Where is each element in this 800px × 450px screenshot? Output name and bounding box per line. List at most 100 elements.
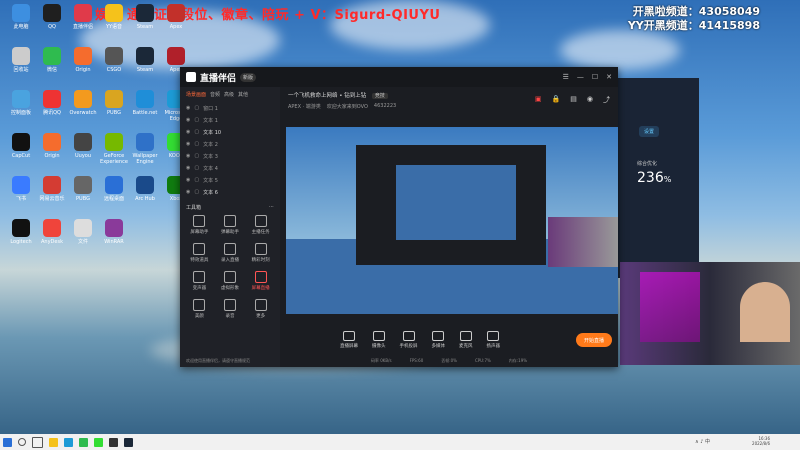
scene-row[interactable]: ◉ ▢ 文本 6: [180, 186, 280, 198]
desktop-icon[interactable]: 飞书: [6, 176, 36, 202]
eye-icon[interactable]: ◉: [186, 117, 190, 123]
tool-item[interactable]: 虚拟形象: [215, 271, 246, 291]
scene-row[interactable]: ◉ ▢ 文本 3: [180, 150, 280, 162]
desktop-icon[interactable]: Apex: [161, 4, 191, 30]
edge-icon[interactable]: [64, 437, 73, 447]
desktop-icon[interactable]: PUBG: [68, 176, 98, 202]
tool-item[interactable]: 变声器: [184, 271, 215, 291]
desktop-icon[interactable]: Logitech: [6, 219, 36, 245]
desktop-icon[interactable]: Origin: [68, 47, 98, 73]
start-stream-button[interactable]: 开始直播: [576, 333, 612, 347]
lock-icon[interactable]: ▢: [194, 177, 199, 183]
desktop-icon[interactable]: Uuyou: [68, 133, 98, 159]
eye-icon[interactable]: ◉: [186, 177, 190, 183]
left-tab[interactable]: 高级: [224, 91, 234, 98]
desktop-icon[interactable]: Origin: [37, 133, 67, 159]
tool-item[interactable]: 屏幕助手: [184, 215, 215, 235]
lock-icon[interactable]: ▢: [194, 165, 199, 171]
lock-icon[interactable]: ▢: [194, 105, 199, 111]
desktop-icon[interactable]: PUBG: [99, 90, 129, 116]
eye-icon[interactable]: ◉: [186, 105, 190, 111]
lock-icon[interactable]: 🔒: [552, 95, 561, 105]
desktop-icon[interactable]: AnyDesk: [37, 219, 67, 245]
tool-item[interactable]: 精彩时刻: [245, 243, 276, 263]
desktop-icon[interactable]: Steam: [130, 47, 160, 73]
source-tool[interactable]: 直播屏幕: [340, 331, 358, 349]
left-tab[interactable]: 场景画面: [186, 91, 206, 98]
desktop-icon[interactable]: Overwatch: [68, 90, 98, 116]
desktop-icon[interactable]: 腾讯QQ: [37, 90, 67, 116]
steam-task-icon[interactable]: [124, 437, 133, 447]
share-icon[interactable]: ⤴: [603, 95, 610, 105]
left-tab[interactable]: 音频: [210, 91, 220, 98]
lock-icon[interactable]: ▢: [194, 129, 199, 135]
taskview-icon[interactable]: [32, 436, 43, 448]
tool-item[interactable]: 特效道具: [184, 243, 215, 263]
start-icon[interactable]: [3, 437, 12, 447]
tool-item[interactable]: 录入直播: [215, 243, 246, 263]
source-tool[interactable]: 摄像头: [372, 331, 386, 349]
wechat-icon[interactable]: [79, 437, 88, 447]
lock-icon[interactable]: ▢: [194, 189, 199, 195]
left-tab[interactable]: 其他: [238, 91, 248, 98]
desktop-icon[interactable]: GeForce Experience: [99, 133, 129, 165]
tool-item[interactable]: 美颜: [184, 299, 215, 319]
source-tool[interactable]: 麦克风: [459, 331, 473, 349]
version-badge[interactable]: 新版: [240, 72, 257, 82]
gift-icon[interactable]: ▤: [570, 95, 577, 105]
desktop-icon[interactable]: 控制面板: [6, 90, 36, 116]
desktop-icon[interactable]: 文件: [68, 219, 98, 245]
clock[interactable]: 16:36 2022/8/6: [752, 436, 770, 446]
close-icon[interactable]: ✕: [606, 73, 612, 81]
desktop-icon[interactable]: Wallpaper Engine: [130, 133, 160, 165]
search-icon[interactable]: [18, 438, 26, 446]
system-tray-icons[interactable]: ∧ ♪ 中: [695, 438, 710, 445]
live-companion-task-icon[interactable]: [109, 437, 118, 447]
record-icon[interactable]: ▣: [535, 95, 542, 105]
lock-icon[interactable]: ▢: [194, 141, 199, 147]
desktop-icon[interactable]: Arc Hub: [130, 176, 160, 202]
minimize-icon[interactable]: —: [577, 73, 584, 81]
scene-row[interactable]: ◉ ▢ 文本 5: [180, 174, 280, 186]
tool-item[interactable]: 主播任务: [245, 215, 276, 235]
desktop-icon[interactable]: QQ: [37, 4, 67, 30]
desktop-icon[interactable]: WinRAR: [99, 219, 129, 245]
desktop-icon[interactable]: 网易云音乐: [37, 176, 67, 202]
desktop-icon[interactable]: CSGO: [99, 47, 129, 73]
eye-icon[interactable]: ◉: [186, 189, 190, 195]
eye-icon[interactable]: ◉: [186, 141, 190, 147]
eye-icon[interactable]: ◉: [186, 153, 190, 159]
desktop-icon[interactable]: 此电脑: [6, 4, 36, 30]
source-tool[interactable]: 多媒体: [432, 331, 445, 349]
scene-row[interactable]: ◉ ▢ 文本 4: [180, 162, 280, 174]
toolbox-more-icon[interactable]: ⋯: [269, 204, 274, 211]
eye-icon[interactable]: ◉: [186, 129, 190, 135]
source-tool[interactable]: 扬声器: [487, 331, 500, 349]
desktop-icon[interactable]: Battle.net: [130, 90, 160, 116]
desktop-icon[interactable]: 微信: [37, 47, 67, 73]
stream-title[interactable]: 一个飞机救命上网络 • 钻到上钻: [288, 93, 366, 99]
scene-row[interactable]: ◉ ▢ 窗口 1: [180, 102, 280, 114]
explorer-icon[interactable]: [49, 437, 58, 447]
scene-row[interactable]: ◉ ▢ 文本 2: [180, 138, 280, 150]
desktop-icon[interactable]: 远程桌面: [99, 176, 129, 202]
kook-icon[interactable]: [94, 437, 103, 447]
tool-item[interactable]: 弹幕助手: [215, 215, 246, 235]
desktop-icon[interactable]: CapCut: [6, 133, 36, 159]
settings-button[interactable]: 设置: [639, 126, 660, 137]
lock-icon[interactable]: ▢: [194, 153, 199, 159]
menu-icon[interactable]: ☰: [563, 73, 569, 81]
scene-row[interactable]: ◉ ▢ 文本 1: [180, 114, 280, 126]
tool-item[interactable]: 屏幕直播: [245, 271, 276, 291]
desktop-icon[interactable]: YY语音: [99, 4, 129, 30]
live-companion-window[interactable]: 直播伴侣 新版 ☰ — ☐ ✕ 场景画面 音频 高级 其他 ◉ ▢ 窗口 1 ◉ ▢ 文本 1 ◉…: [180, 67, 618, 367]
lock-icon[interactable]: ▢: [194, 117, 199, 123]
stream-tag[interactable]: 竞技: [371, 93, 388, 99]
desktop-icon[interactable]: Steam: [130, 4, 160, 30]
maximize-icon[interactable]: ☐: [592, 73, 598, 81]
desktop-icon[interactable]: 直播伴侣: [68, 4, 98, 30]
eye-icon[interactable]: ◉: [186, 165, 190, 171]
tool-item[interactable]: 录音: [215, 299, 246, 319]
source-tool[interactable]: 手机投屏: [400, 331, 418, 349]
scene-row[interactable]: ◉ ▢ 文本 10: [180, 126, 280, 138]
